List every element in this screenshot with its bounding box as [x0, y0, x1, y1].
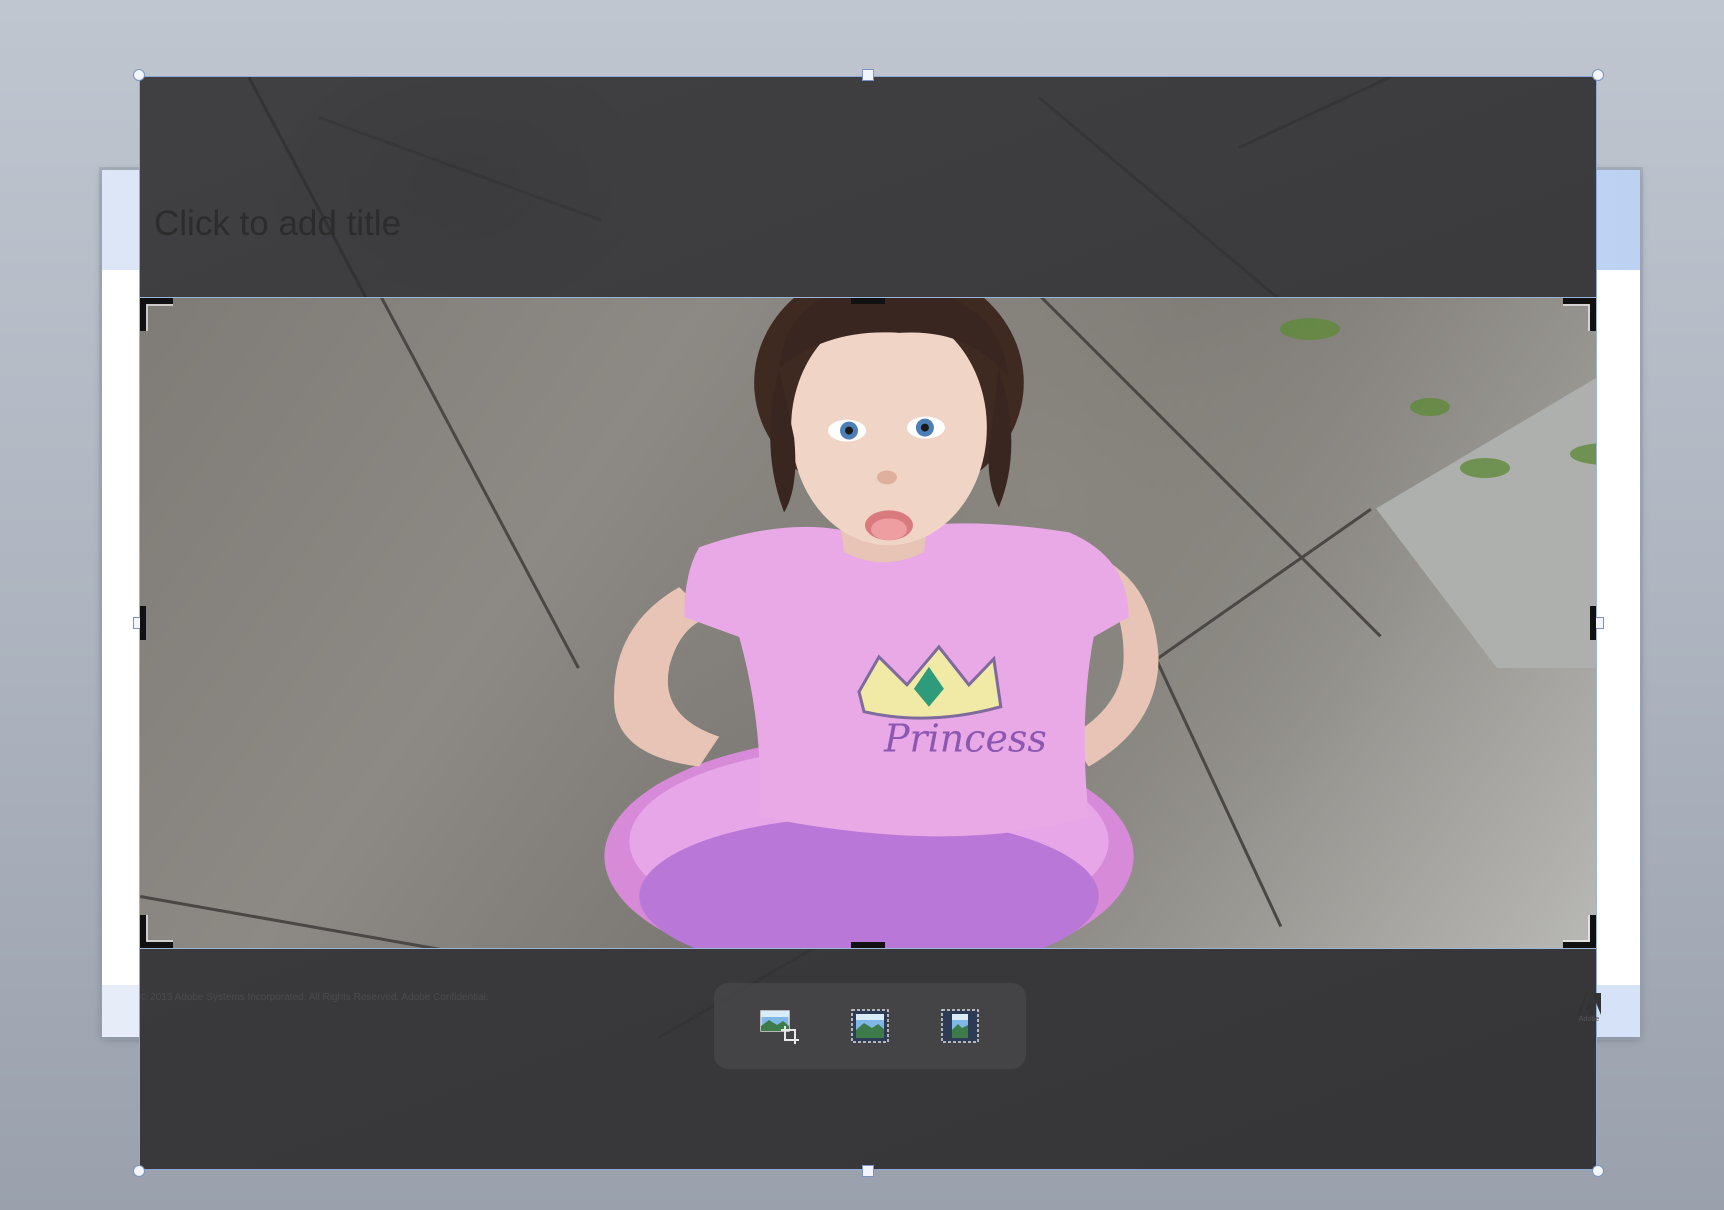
crop-toolbar — [714, 983, 1026, 1069]
adobe-logo: Adobe — [1574, 993, 1604, 1033]
crop-picture-icon — [759, 1010, 799, 1044]
resize-handle-bottom[interactable] — [862, 1165, 874, 1177]
crop-handles[interactable] — [139, 297, 1597, 949]
resize-handle-bottom-left[interactable] — [133, 1165, 145, 1177]
adobe-logo-text: Adobe — [1578, 1016, 1600, 1023]
slide-title-placeholder[interactable]: Click to add title — [154, 204, 401, 244]
fill-icon — [851, 1009, 889, 1043]
resize-handle-bottom-right[interactable] — [1592, 1165, 1604, 1177]
resize-handle-top-right[interactable] — [1592, 69, 1604, 81]
adobe-logo-icon — [1577, 993, 1601, 1015]
crop-picture-button[interactable] — [758, 1003, 804, 1049]
slide-footer-text: © 2013 Adobe Systems Incorporated. All R… — [140, 992, 489, 1003]
resize-handle-top-left[interactable] — [133, 69, 145, 81]
fill-button[interactable] — [847, 1003, 893, 1049]
fit-button[interactable] — [937, 1003, 983, 1049]
fit-icon — [940, 1009, 979, 1043]
resize-handle-top[interactable] — [862, 69, 874, 81]
